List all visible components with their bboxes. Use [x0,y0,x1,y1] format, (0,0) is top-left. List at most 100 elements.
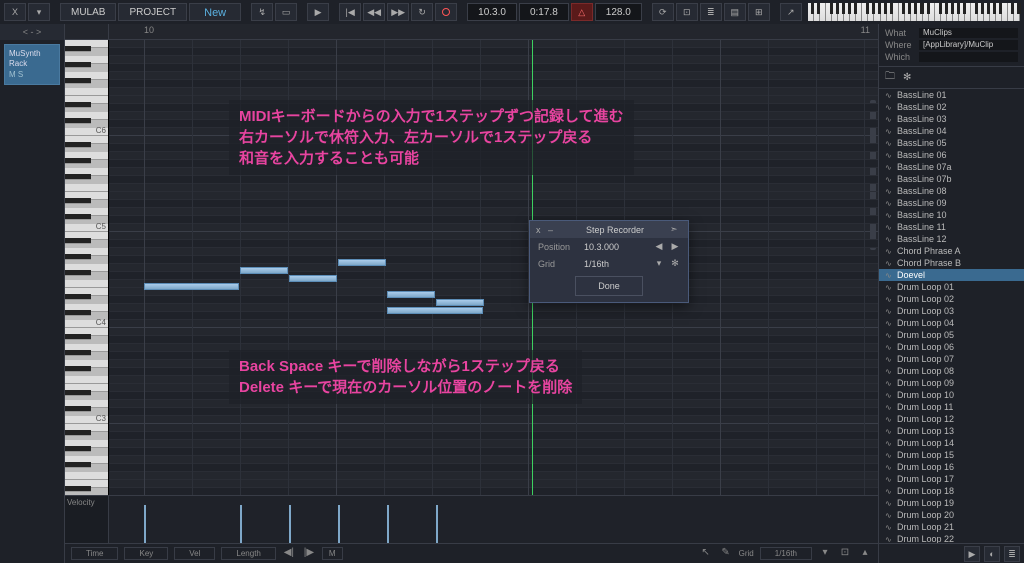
tool-select-icon[interactable]: ▭ [275,3,297,21]
midi-note[interactable] [144,283,239,290]
reconnect-icon[interactable]: ↯ [251,3,273,21]
velocity-bar[interactable] [338,505,340,543]
grid-settings-icon[interactable]: ✻ [670,258,680,269]
play-button[interactable]: ▶ [307,3,329,21]
browser-item[interactable]: ∿BassLine 03 [879,113,1024,125]
length-slot[interactable]: Length [221,547,275,560]
browser-item[interactable]: ∿Drum Loop 12 [879,413,1024,425]
loop-button[interactable]: ↻ [411,3,433,21]
velocity-area[interactable] [109,496,878,543]
browser-item[interactable]: ∿BassLine 07a [879,161,1024,173]
tool-icon-3[interactable]: ≣ [700,3,722,21]
which-value[interactable] [919,52,1018,62]
browser-item[interactable]: ∿Drum Loop 01 [879,281,1024,293]
browser-item[interactable]: ∿Drum Loop 14 [879,437,1024,449]
midi-note[interactable] [289,275,337,282]
vel-slot[interactable]: Vel [174,547,215,560]
browser-item[interactable]: ∿Chord Phrase B [879,257,1024,269]
browser-item[interactable]: ∿Drum Loop 08 [879,365,1024,377]
browser-item[interactable]: ∿Drum Loop 03 [879,305,1024,317]
browser-item[interactable]: ∿BassLine 02 [879,101,1024,113]
browser-item[interactable]: ∿Chord Phrase A [879,245,1024,257]
browser-item[interactable]: ∿BassLine 05 [879,137,1024,149]
browser-item[interactable]: ∿BassLine 07b [879,173,1024,185]
grid-dropdown-icon[interactable]: ▾ [654,258,664,269]
forward-button[interactable]: ▶▶ [387,3,409,21]
midi-keyboard[interactable] [808,3,1020,21]
nudge-right-icon[interactable]: |▶ [302,547,316,561]
time-display[interactable]: 0:17.8 [519,3,569,21]
close-button[interactable]: X [4,3,26,21]
midi-note[interactable] [338,259,386,266]
browser-item[interactable]: ∿Drum Loop 11 [879,401,1024,413]
browser-item[interactable]: ∿Doevel [879,269,1024,281]
browser-item[interactable]: ∿Drum Loop 21 [879,521,1024,533]
browser-item[interactable]: ∿Drum Loop 09 [879,377,1024,389]
browser-item[interactable]: ∿Drum Loop 22 [879,533,1024,543]
midi-note[interactable] [387,291,435,298]
rewind-button[interactable]: ◀◀ [363,3,385,21]
done-button[interactable]: Done [575,276,643,296]
browser-item[interactable]: ∿BassLine 09 [879,197,1024,209]
browser-item[interactable]: ∿Drum Loop 06 [879,341,1024,353]
expand-button[interactable]: ↗ [780,3,802,21]
midi-note[interactable] [436,299,484,306]
project-label[interactable]: PROJECT [118,3,187,21]
browser-item[interactable]: ∿Drum Loop 20 [879,509,1024,521]
metronome-button[interactable]: △ [571,3,593,21]
browser-item[interactable]: ∿BassLine 11 [879,221,1024,233]
key-slot[interactable]: Key [124,547,168,560]
stop-preview-icon[interactable]: ≣ [1004,546,1020,562]
time-slot[interactable]: Time [71,547,118,560]
browser-item[interactable]: ∿Drum Loop 07 [879,353,1024,365]
pointer-tool-icon[interactable]: ↖ [699,547,713,561]
browser-item[interactable]: ∿Drum Loop 15 [879,449,1024,461]
track-item[interactable]: MuSynth Rack M S [4,44,60,85]
browser-item[interactable]: ∿Drum Loop 17 [879,473,1024,485]
browser-item[interactable]: ∿BassLine 08 [879,185,1024,197]
velocity-bar[interactable] [387,505,389,543]
grid-menu-icon[interactable]: ▾ [818,547,832,561]
draw-tool-icon[interactable]: ✎ [719,547,733,561]
tempo-display[interactable]: 128.0 [595,3,642,21]
browser-item[interactable]: ∿Drum Loop 10 [879,389,1024,401]
browser-item[interactable]: ∿Drum Loop 04 [879,317,1024,329]
browser-item[interactable]: ∿BassLine 01 [879,89,1024,101]
velocity-bar[interactable] [436,505,438,543]
note-grid[interactable]: MIDIキーボードからの入力で1ステップずつ記録して進む 右カーソルで休符入力、… [109,40,878,495]
tool-icon-4[interactable]: ▤ [724,3,746,21]
file-browser[interactable]: ∿BassLine 01∿BassLine 02∿BassLine 03 ∿Bas… [879,89,1024,543]
browser-item[interactable]: ∿Drum Loop 02 [879,293,1024,305]
folder-icon[interactable]: 🗀 [885,69,895,86]
project-name[interactable]: New [189,3,241,21]
gear-icon[interactable]: ✻ [903,72,911,83]
record-button[interactable] [435,3,457,21]
collapse-up-icon[interactable]: ▴ [858,547,872,561]
browser-item[interactable]: ∿Drum Loop 16 [879,461,1024,473]
position-display[interactable]: 10.3.0 [467,3,517,21]
browser-item[interactable]: ∿Drum Loop 18 [879,485,1024,497]
nudge-left-icon[interactable]: ◀| [282,547,296,561]
prev-arrow-icon[interactable]: ◀ [654,241,664,252]
loop-preview-icon[interactable]: ◐ [984,546,1000,562]
grid-footer-value[interactable]: 1/16th [760,547,812,560]
m-button[interactable]: M [322,547,343,560]
play-preview-icon[interactable]: ▶ [964,546,980,562]
velocity-bar[interactable] [240,505,242,543]
browser-item[interactable]: ∿Drum Loop 05 [879,329,1024,341]
rewind-start-button[interactable]: |◀ [339,3,361,21]
next-arrow-icon[interactable]: ▶ [670,241,680,252]
browser-item[interactable]: ∿BassLine 10 [879,209,1024,221]
mulab-label[interactable]: MULAB [60,3,116,21]
track-panel-header[interactable]: < - > [0,24,64,40]
what-value[interactable]: MuClips [919,28,1018,38]
browser-item[interactable]: ∿BassLine 06 [879,149,1024,161]
minimize-icon[interactable]: – [548,225,560,235]
velocity-bar[interactable] [144,505,146,543]
midi-note[interactable] [240,267,288,274]
menu-button[interactable]: ▾ [28,3,50,21]
browser-item[interactable]: ∿Drum Loop 13 [879,425,1024,437]
where-value[interactable]: [AppLibrary]/MuClip [919,40,1018,50]
zoom-fit-icon[interactable]: ⊡ [838,547,852,561]
piano-keyboard[interactable]: C6C5C4C3 [65,40,109,495]
